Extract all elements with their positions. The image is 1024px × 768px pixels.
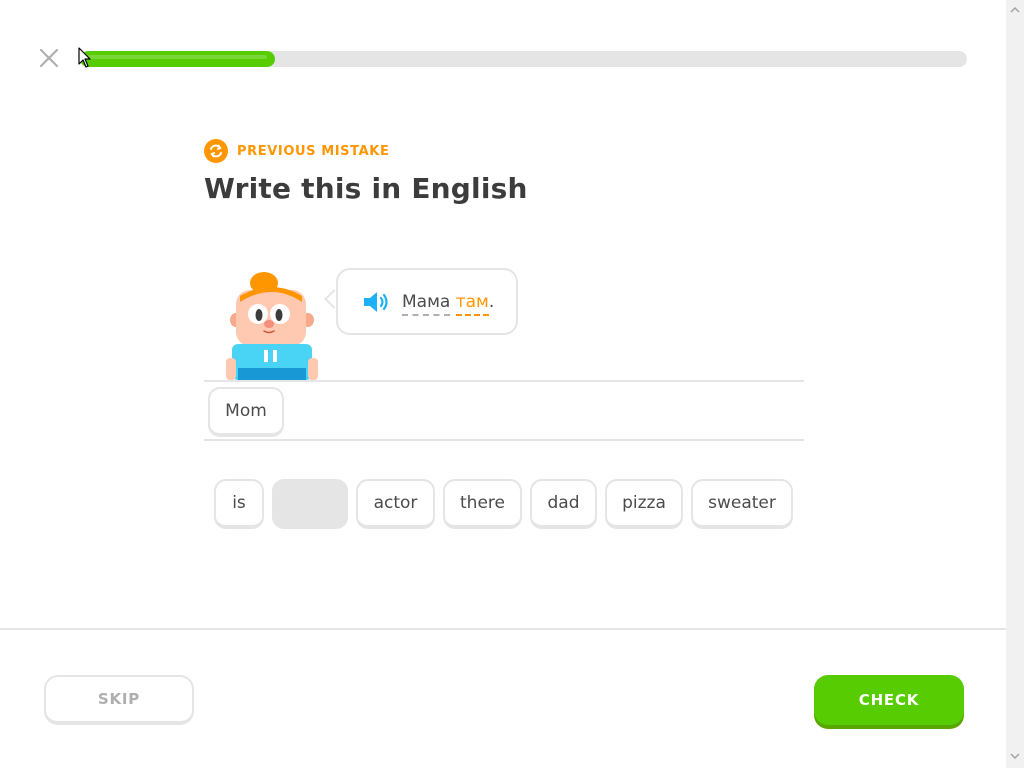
progress-bar: [80, 51, 967, 67]
prompt-word-new[interactable]: там: [455, 291, 489, 316]
page-title: Write this in English: [204, 172, 528, 205]
footer-divider: [0, 628, 1006, 630]
prompt-sentence: Мама там.: [402, 291, 495, 316]
answer-tile[interactable]: Mom: [208, 387, 284, 437]
speech-bubble: Мама там.: [336, 268, 518, 335]
character-illustration: [224, 270, 320, 382]
close-button[interactable]: [37, 46, 61, 70]
speaker-icon[interactable]: [362, 290, 392, 314]
word-bank-tile[interactable]: there: [443, 479, 522, 529]
refresh-icon: [204, 139, 228, 163]
scroll-down-icon[interactable]: [1010, 752, 1020, 760]
word-bank-tile[interactable]: actor: [356, 479, 435, 529]
word-bank-tile[interactable]: is: [214, 479, 264, 529]
word-bank-tile[interactable]: dad: [530, 479, 597, 529]
scrollbar[interactable]: [1006, 0, 1024, 768]
skip-button[interactable]: SKIP: [44, 675, 194, 725]
previous-mistake-text: PREVIOUS MISTAKE: [237, 143, 390, 159]
answer-line-bottom: [204, 439, 804, 441]
answer-line-top: [204, 380, 804, 382]
word-bank-placeholder: [272, 479, 348, 529]
progress-fill: [80, 51, 275, 67]
word-bank-tile[interactable]: sweater: [691, 479, 793, 529]
progress-shine: [88, 55, 267, 59]
prompt-punctuation: .: [488, 291, 495, 312]
prompt-word[interactable]: Мама: [402, 291, 451, 316]
close-icon: [39, 48, 59, 68]
mouse-cursor-icon: [78, 47, 91, 68]
scroll-up-icon[interactable]: [1010, 6, 1020, 14]
previous-mistake-label: PREVIOUS MISTAKE: [204, 139, 389, 163]
word-bank-tile[interactable]: pizza: [605, 479, 683, 529]
check-button[interactable]: CHECK: [814, 675, 964, 725]
